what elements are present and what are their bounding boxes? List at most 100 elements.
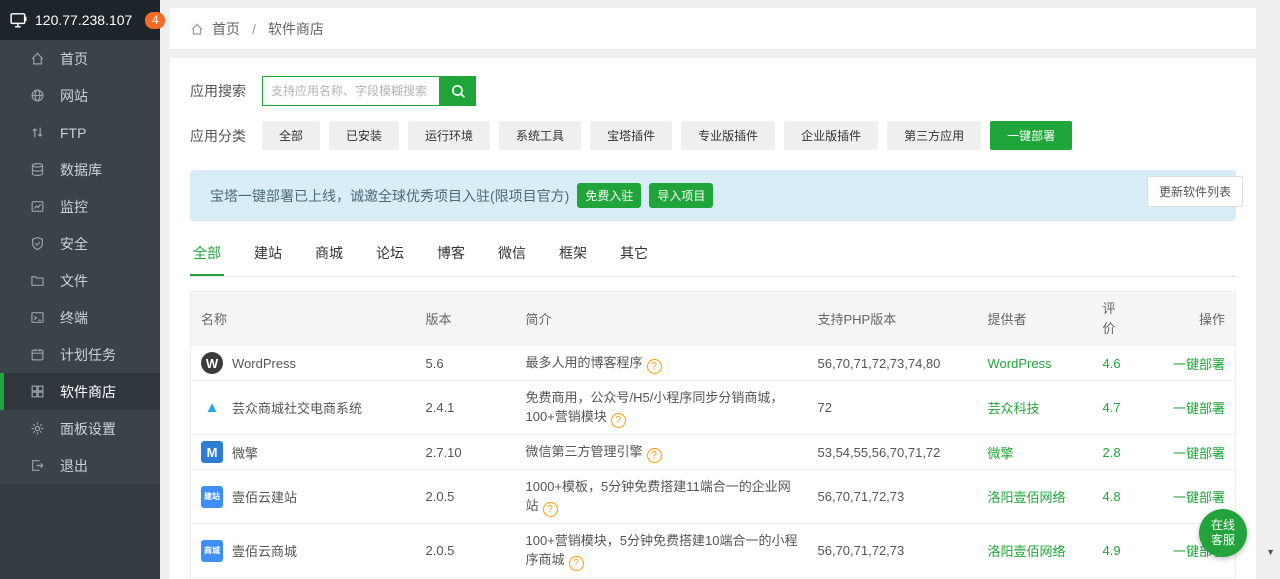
sidebar-item-label: 终端 [60,308,88,328]
app-version: 2.0.5 [416,524,516,578]
server-info[interactable]: 120.77.238.107 4 [0,0,160,40]
category-button-3[interactable]: 系统工具 [499,121,581,150]
app-provider-link[interactable]: 洛阳壹佰网络 [988,490,1066,505]
server-ip: 120.77.238.107 [35,12,132,28]
sidebar-item-monitor[interactable]: 监控 [0,188,160,225]
app-intro: 1000+模板，5分钟免费搭建11端合一的企业网站 [526,479,791,513]
table-header-row: 名称版本简介支持PHP版本提供者评价操作 [191,292,1236,346]
app-logo-icon: W [201,352,223,374]
help-icon[interactable] [611,413,626,428]
sidebar-item-appstore[interactable]: 软件商店 [0,373,160,410]
app-provider-link[interactable]: 洛阳壹佰网络 [988,544,1066,559]
server-monitor-icon [10,12,28,28]
sidebar-item-terminal[interactable]: 终端 [0,299,160,336]
banner-button-1[interactable]: 导入项目 [649,183,713,208]
app-version: 2.7.10 [416,435,516,470]
app-intro: 最多人用的博客程序 [526,355,643,370]
terminal-icon [30,310,46,326]
app-name: 壹佰云建站 [232,487,297,506]
sidebar-item-label: 数据库 [60,160,102,180]
sidebar-item-logout[interactable]: 退出 [0,447,160,484]
app-php-versions: 56,70,71,72,73,74,80 [808,346,978,381]
category-button-2[interactable]: 运行环境 [408,121,490,150]
category-button-8[interactable]: 一键部署 [990,121,1072,150]
category-label: 应用分类 [190,126,262,146]
update-software-list-button[interactable]: 更新软件列表 [1147,176,1243,207]
sidebar-item-sites[interactable]: 网站 [0,77,160,114]
app-provider-link[interactable]: 微擎 [988,446,1014,461]
folder-icon [30,273,46,289]
category-button-7[interactable]: 第三方应用 [887,121,981,150]
breadcrumb: 首页 / 软件商店 [170,8,1256,50]
help-icon[interactable] [569,556,584,571]
table-row: ▲ 芸众商城社交电商系统 2.4.1 免费商用，公众号/H5/小程序同步分销商城… [191,381,1236,435]
column-header-1: 版本 [416,292,516,346]
category-button-5[interactable]: 专业版插件 [681,121,775,150]
app-provider-link[interactable]: WordPress [988,356,1052,371]
sidebar-item-cron[interactable]: 计划任务 [0,336,160,373]
help-icon[interactable] [543,502,558,517]
sidebar: 120.77.238.107 4 首页 网站 FTP 数据库 监控 安全 文件 … [0,0,160,579]
app-rating: 4.7 [1103,400,1121,415]
app-rating: 2.8 [1103,445,1121,460]
table-row: 建站 壹佰云建站 2.0.5 1000+模板，5分钟免费搭建11端合一的企业网站… [191,470,1236,524]
category-button-6[interactable]: 企业版插件 [784,121,878,150]
sidebar-item-files[interactable]: 文件 [0,262,160,299]
category-button-4[interactable]: 宝塔插件 [590,121,672,150]
column-header-0: 名称 [191,292,416,346]
one-click-deploy-link[interactable]: 一键部署 [1173,357,1225,372]
search-button[interactable] [440,76,476,106]
one-click-deploy-link[interactable]: 一键部署 [1173,401,1225,416]
one-click-deploy-link[interactable]: 一键部署 [1173,490,1225,505]
sidebar-item-label: 监控 [60,197,88,217]
logout-icon [30,458,46,474]
sidebar-item-label: 面板设置 [60,419,116,439]
tab-3[interactable]: 论坛 [373,239,407,274]
scrollbar-down-arrow[interactable]: ▼ [1266,547,1275,557]
banner-button-0[interactable]: 免费入驻 [577,183,641,208]
banner-buttons: 免费入驻导入项目 [569,183,713,208]
app-php-versions: 56,70,71,72,73 [808,524,978,578]
one-click-deploy-link[interactable]: 一键部署 [1173,446,1225,461]
message-count-badge[interactable]: 4 [145,12,165,29]
home-icon [30,51,46,67]
app-rating: 4.6 [1103,356,1121,371]
tab-1[interactable]: 建站 [251,239,285,274]
sidebar-item-label: 退出 [60,456,88,476]
help-icon[interactable] [647,359,662,374]
app-logo-icon: ▲ [201,397,223,419]
sidebar-item-database[interactable]: 数据库 [0,151,160,188]
sidebar-item-ftp[interactable]: FTP [0,114,160,151]
online-support-button[interactable]: 在线客服 [1199,509,1247,557]
tab-4[interactable]: 博客 [434,239,468,274]
column-header-5: 评价 [1093,292,1146,346]
app-search-row: 应用搜索 [190,76,1236,106]
category-list: 全部已安装运行环境系统工具宝塔插件专业版插件企业版插件第三方应用一键部署 [262,121,1081,150]
sidebar-menu: 首页 网站 FTP 数据库 监控 安全 文件 终端 计划任务 软件商店 面板设置 [0,40,160,484]
search-input[interactable] [262,76,440,106]
sidebar-item-settings[interactable]: 面板设置 [0,410,160,447]
app-type-tabs: 全部建站商城论坛博客微信框架其它 [190,239,1236,277]
app-intro: 微信第三方管理引擎 [526,444,643,459]
tab-0[interactable]: 全部 [190,239,224,276]
help-icon[interactable] [647,448,662,463]
database-icon [30,162,46,178]
software-table: 名称版本简介支持PHP版本提供者评价操作 W WordPress 5.6 最多人… [190,291,1236,579]
online-support-label: 在线客服 [1210,518,1236,548]
tab-7[interactable]: 其它 [617,239,651,274]
tab-5[interactable]: 微信 [495,239,529,274]
category-button-1[interactable]: 已安装 [329,121,399,150]
app-name: 芸众商城社交电商系统 [232,398,362,417]
breadcrumb-home-link[interactable]: 首页 [212,19,240,39]
app-php-versions: 72 [808,381,978,435]
tab-6[interactable]: 框架 [556,239,590,274]
banner-text: 宝塔一键部署已上线，诚邀全球优秀项目入驻(限项目官方) [210,186,569,206]
sidebar-item-security[interactable]: 安全 [0,225,160,262]
tab-2[interactable]: 商城 [312,239,346,274]
app-provider-link[interactable]: 芸众科技 [988,401,1040,416]
sidebar-item-home[interactable]: 首页 [0,40,160,77]
category-button-0[interactable]: 全部 [262,121,320,150]
search-icon [451,84,466,99]
column-header-3: 支持PHP版本 [808,292,978,346]
globe-icon [30,88,46,104]
